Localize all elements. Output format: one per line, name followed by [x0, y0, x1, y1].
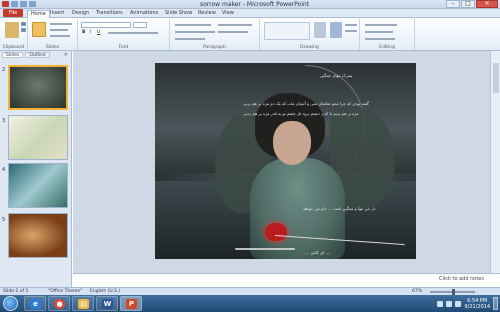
font-size-box[interactable]: [133, 22, 147, 28]
powerpoint-app-icon[interactable]: [2, 1, 9, 7]
show-desktop-button[interactable]: [493, 297, 498, 310]
tab-review[interactable]: Review: [198, 10, 216, 16]
clipboard-group: Clipboard: [0, 19, 28, 50]
arrange-icon[interactable]: [314, 22, 326, 38]
scrollbar-thumb[interactable]: [493, 63, 499, 93]
italic-icon[interactable]: I: [90, 30, 91, 35]
new-slide-icon[interactable]: [32, 22, 46, 37]
word-icon: W: [102, 299, 113, 309]
thumbnail-number: 5: [2, 217, 6, 223]
clock[interactable]: 6:54 PM 9/21/2014: [464, 298, 490, 310]
child-face: [273, 121, 311, 165]
thumbnail-number: 3: [2, 118, 6, 124]
slide-text-line[interactable]: مژه بر هم نزنم تا که ز دستم نرود ناز چشم…: [243, 111, 359, 116]
thumbnail-number: 2: [2, 67, 6, 73]
slides-pane: Slides Outline ✕ 2 3 4 5: [0, 51, 72, 287]
slides-group-label: Slides: [45, 45, 60, 50]
notes-placeholder[interactable]: Click to add notes: [439, 276, 484, 282]
start-button[interactable]: [3, 296, 18, 311]
slide-thumbnail[interactable]: [8, 115, 68, 160]
notes-pane[interactable]: Click to add notes: [73, 273, 500, 287]
system-tray: 6:54 PM 9/21/2014: [437, 297, 498, 310]
heart-icon: [265, 223, 287, 241]
quick-styles-icon[interactable]: [330, 22, 342, 38]
window-title: sorrow maker - Microsoft PowerPoint: [200, 1, 310, 8]
powerpoint-icon: P: [126, 299, 137, 309]
internet-explorer-icon: e: [30, 299, 41, 309]
slide-thumbnail[interactable]: [8, 163, 68, 208]
slide-text-line[interactable]: دل من تنها و غمگین است ... دلم می خواهد: [303, 206, 376, 211]
maximize-button[interactable]: □: [461, 0, 475, 8]
volume-icon[interactable]: [446, 300, 453, 307]
taskbar-word[interactable]: W: [96, 296, 118, 311]
bold-icon[interactable]: B: [82, 30, 85, 35]
taskbar: e ● ▤ W P 6:54 PM 9/21/2014: [0, 295, 500, 312]
slide-text-line[interactable]: پسرک تنهای غمگین: [320, 73, 352, 78]
chrome-icon: ●: [54, 299, 65, 309]
tab-design[interactable]: Design: [72, 10, 89, 16]
slide-thumbnail[interactable]: [8, 213, 68, 258]
tab-home[interactable]: Home: [27, 10, 50, 18]
tab-animations[interactable]: Animations: [130, 10, 158, 16]
pane-tabs: Slides Outline: [2, 52, 50, 58]
taskbar-internet-explorer[interactable]: e: [24, 296, 46, 311]
zoom-level[interactable]: 67%: [412, 289, 422, 294]
quick-access-toolbar: [2, 1, 36, 7]
paragraph-group-label: Paragraph: [202, 45, 227, 50]
paragraph-group: Paragraph: [170, 19, 260, 50]
slides-group: Slides: [28, 19, 78, 50]
taskbar-powerpoint[interactable]: P: [120, 296, 142, 311]
slide-thumbnail-selected[interactable]: [8, 65, 68, 110]
cut-icon[interactable]: [21, 22, 26, 26]
ribbon: Clipboard Slides B I U Font Paragraph Dr…: [0, 18, 500, 51]
language-indicator[interactable]: English (U.S.): [90, 289, 120, 294]
status-bar: Slide 2 of 5 "Office Theme" English (U.S…: [0, 287, 500, 295]
theme-name: "Office Theme": [48, 289, 83, 294]
clock-date: 9/21/2014: [464, 303, 490, 310]
slide-text-line[interactable]: گفته بودی که چرا محو تماشای منی و آنچنان…: [243, 101, 369, 106]
drawing-group-label: Drawing: [300, 45, 319, 50]
tab-transitions[interactable]: Transitions: [96, 10, 123, 16]
network-icon[interactable]: [437, 300, 444, 307]
minimize-button[interactable]: –: [446, 0, 460, 8]
tab-slide-show[interactable]: Slide Show: [165, 10, 192, 16]
taskbar-chrome[interactable]: ●: [48, 296, 70, 311]
ribbon-tabs: File Home Insert Design Transitions Anim…: [0, 9, 500, 18]
thumbnail-number: 4: [2, 167, 6, 173]
font-group: B I U Font: [78, 19, 170, 50]
undo-icon[interactable]: [20, 1, 27, 7]
tab-file[interactable]: File: [3, 9, 23, 17]
flag-icon[interactable]: [455, 300, 462, 307]
tab-slides[interactable]: Slides: [2, 52, 24, 58]
copy-icon[interactable]: [21, 28, 26, 32]
slide-counter: Slide 2 of 5: [3, 289, 29, 294]
close-icon[interactable]: ✕: [64, 52, 68, 58]
redo-icon[interactable]: [29, 1, 36, 7]
window-controls: – □ ✕: [446, 0, 498, 8]
title-bar: sorrow maker - Microsoft PowerPoint – □ …: [0, 0, 500, 9]
drawing-group: Drawing: [260, 19, 360, 50]
clipboard-group-label: Clipboard: [2, 45, 25, 50]
folder-icon: ▤: [78, 299, 89, 309]
font-name-box[interactable]: [81, 22, 131, 28]
slide-text-line[interactable]: ..... ای کاش ....: [303, 250, 331, 255]
editing-group: Editing: [360, 19, 415, 50]
shapes-gallery[interactable]: [264, 22, 310, 40]
tab-view[interactable]: View: [222, 10, 234, 16]
slide-canvas[interactable]: پسرک تنهای غمگین گفته بودی که چرا محو تم…: [155, 63, 416, 259]
underline-icon[interactable]: U: [97, 30, 100, 35]
save-icon[interactable]: [11, 1, 18, 7]
tab-insert[interactable]: Insert: [50, 10, 64, 16]
tab-outline[interactable]: Outline: [25, 52, 50, 58]
close-button[interactable]: ✕: [476, 0, 498, 8]
vertical-scrollbar[interactable]: [490, 51, 500, 273]
paste-icon[interactable]: [5, 22, 19, 38]
clock-time: 6:54 PM: [467, 297, 488, 304]
font-group-label: Font: [118, 45, 129, 50]
editing-group-label: Editing: [379, 45, 395, 50]
taskbar-file-explorer[interactable]: ▤: [72, 296, 94, 311]
